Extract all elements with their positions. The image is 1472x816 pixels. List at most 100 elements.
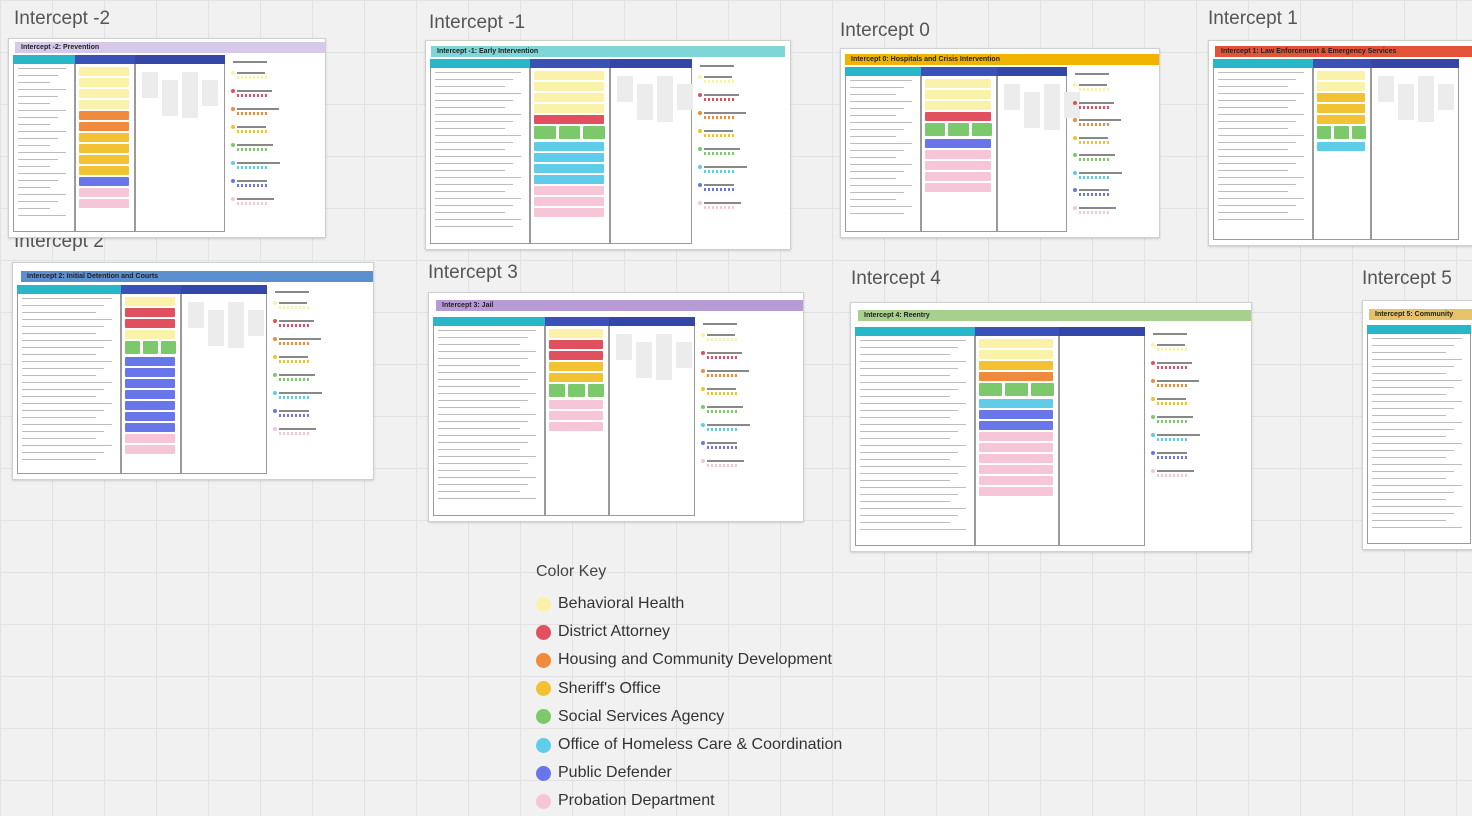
mini-legend-dot	[273, 337, 277, 341]
text-line	[1218, 79, 1296, 80]
sticky-note	[79, 166, 129, 175]
board-column	[997, 76, 1080, 232]
color-key-title: Color Key	[536, 563, 607, 580]
sticky-note	[558, 126, 581, 139]
board-title: Intercept 5: Community	[1369, 309, 1472, 320]
mini-legend-swatch	[1079, 193, 1109, 196]
frame-label-intercept-neg1[interactable]: Intercept -1	[429, 12, 525, 34]
text-line	[438, 491, 520, 492]
board-intercept-4[interactable]: Intercept 4: Reentry	[850, 302, 1252, 552]
mini-legend-swatch	[237, 166, 267, 169]
sticky-note	[79, 133, 129, 142]
color-dot	[536, 596, 551, 612]
text-line	[22, 417, 96, 418]
mini-legend-line	[237, 144, 273, 146]
mini-legend-swatch	[1079, 123, 1109, 126]
frame-label-intercept-0[interactable]: Intercept 0	[840, 20, 930, 42]
text-line	[435, 198, 521, 199]
sticky-note	[925, 183, 991, 192]
sticky-note	[125, 330, 175, 339]
mini-legend-dot	[273, 391, 277, 395]
board-column	[433, 326, 545, 516]
mini-legend-line	[707, 388, 736, 390]
mini-legend-dot	[701, 441, 705, 445]
text-line	[438, 470, 520, 471]
sticky-note	[925, 112, 991, 121]
mini-legend-dot	[698, 93, 702, 97]
text-line	[22, 452, 104, 453]
mini-legend-swatch	[704, 80, 734, 83]
mini-legend-line	[279, 428, 316, 430]
board-title: Intercept 4: Reentry	[858, 310, 1251, 321]
board-column	[13, 64, 75, 232]
board-intercept-2[interactable]: Intercept 2: Initial Detention and Court…	[12, 262, 374, 480]
text-line	[435, 142, 513, 143]
mini-legend-swatch	[704, 206, 734, 209]
sticky-note	[549, 340, 603, 349]
mini-legend-line	[279, 410, 309, 412]
placeholder-block	[188, 302, 204, 328]
frame-label-intercept-4[interactable]: Intercept 4	[851, 268, 941, 290]
mini-legend-dot	[698, 147, 702, 151]
text-line	[438, 435, 536, 436]
column-header	[13, 55, 75, 64]
column-header	[975, 327, 1059, 336]
sticky-note	[79, 89, 129, 98]
frame-label-intercept-3[interactable]: Intercept 3	[428, 262, 518, 284]
text-line	[22, 333, 96, 334]
mini-legend-swatch	[704, 188, 734, 191]
text-line	[1218, 128, 1288, 129]
board-intercept-3[interactable]: Intercept 3: Jail	[428, 292, 804, 522]
sticky-note	[1351, 126, 1366, 139]
sticky-note	[534, 82, 604, 91]
color-dot	[536, 709, 551, 725]
mini-legend-line	[704, 148, 740, 150]
text-line	[435, 107, 505, 108]
frame-label-intercept-5[interactable]: Intercept 5	[1362, 268, 1452, 290]
text-line	[850, 136, 896, 137]
mini-legend-line	[704, 202, 741, 204]
mini-legend-line	[1157, 434, 1200, 436]
mini-legend-line	[1157, 362, 1192, 364]
board-column	[430, 68, 530, 244]
text-line	[1218, 170, 1288, 171]
sticky-note	[587, 384, 604, 397]
color-key-label: Housing and Community Development	[558, 651, 832, 669]
mini-legend-swatch	[1157, 474, 1187, 477]
sticky-note	[79, 122, 129, 131]
board-intercept-neg1[interactable]: Intercept -1: Early Intervention	[425, 40, 791, 250]
frame-label-intercept-neg2[interactable]: Intercept -2	[14, 8, 110, 30]
sticky-note	[979, 421, 1053, 430]
mini-legend-swatch	[707, 410, 737, 413]
board-intercept-5[interactable]: Intercept 5: Community	[1362, 300, 1472, 550]
sticky-note	[534, 153, 604, 162]
text-line	[1218, 121, 1296, 122]
sticky-note	[979, 372, 1053, 381]
text-line	[18, 75, 58, 76]
placeholder-block	[142, 72, 158, 98]
mini-legend-swatch	[1157, 456, 1187, 459]
frame-label-intercept-1[interactable]: Intercept 1	[1208, 8, 1298, 30]
sticky-note	[549, 422, 603, 431]
text-line	[18, 201, 58, 202]
text-line	[435, 184, 513, 185]
board-intercept-neg2[interactable]: Intercept -2: Prevention	[8, 38, 326, 238]
board-title: Intercept 1: Law Enforcement & Emergency…	[1215, 46, 1472, 57]
text-line	[435, 128, 505, 129]
text-line	[1372, 373, 1446, 374]
text-line	[850, 178, 896, 179]
mini-legend-dot	[701, 369, 705, 373]
board-intercept-1[interactable]: Intercept 1: Law Enforcement & Emergency…	[1208, 40, 1472, 246]
board-intercept-0[interactable]: Intercept 0: Hospitals and Crisis Interv…	[840, 48, 1160, 238]
sticky-note	[979, 399, 1053, 408]
text-line	[438, 386, 520, 387]
sticky-note	[125, 390, 175, 399]
sticky-note	[534, 208, 604, 217]
mini-legend-swatch	[279, 360, 309, 363]
mini-legend-line	[704, 94, 739, 96]
mini-legend-line	[704, 184, 734, 186]
text-line	[860, 368, 958, 369]
text-line	[1372, 499, 1446, 500]
board-column	[975, 336, 1059, 546]
mini-legend-dot	[698, 183, 702, 187]
